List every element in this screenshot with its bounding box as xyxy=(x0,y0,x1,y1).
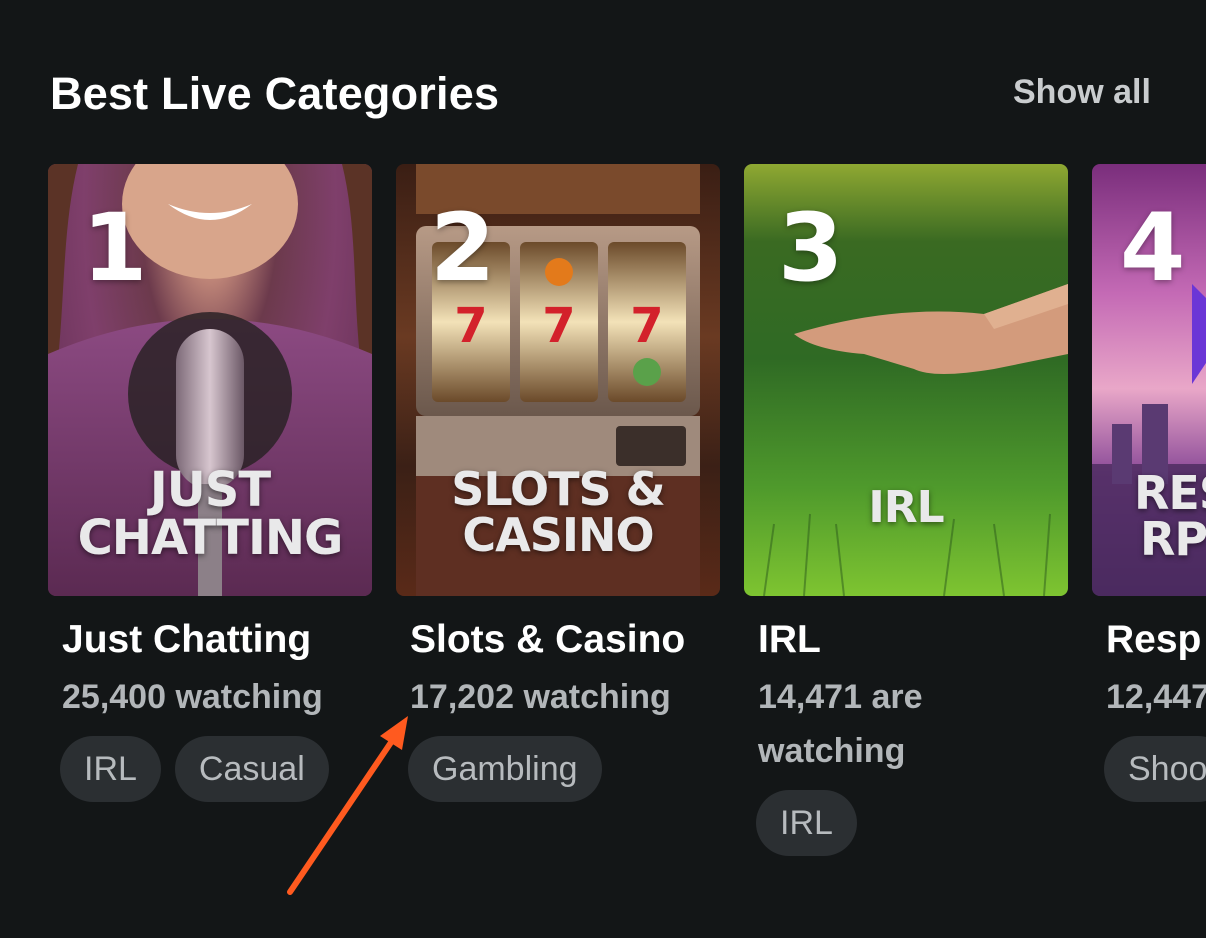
category-thumbnail[interactable]: 3 IRL xyxy=(744,164,1068,596)
rank-number: 3 xyxy=(778,194,844,303)
thumbnail-title: JUST CHATTING xyxy=(48,466,372,562)
category-card-slots-casino[interactable]: 7 7 7 2 SLOTS & CASINO Slots & Casino 17… xyxy=(396,164,720,802)
tag-chip[interactable]: Shoo xyxy=(1104,736,1206,802)
thumbnail-title-line: SLOTS & xyxy=(451,462,666,516)
svg-text:7: 7 xyxy=(630,298,663,354)
category-name[interactable]: IRL xyxy=(758,614,821,666)
thumbnail-title: IRL xyxy=(744,486,1068,530)
thumbnail-title-line: CASINO xyxy=(462,508,654,562)
svg-text:7: 7 xyxy=(454,298,487,354)
thumbnail-title-line: RES xyxy=(1134,466,1206,520)
thumbnail-title-line: IRL xyxy=(868,482,944,533)
tag-chip[interactable]: IRL xyxy=(60,736,161,802)
category-card-resp[interactable]: 4 RES RP Resp 12,447 Shoo xyxy=(1092,164,1206,802)
viewer-count: 12,447 xyxy=(1106,678,1206,716)
thumbnail-title: RES RP xyxy=(1134,470,1206,562)
tag-list: Shoo xyxy=(1104,736,1206,802)
tag-chip[interactable]: Casual xyxy=(174,736,329,802)
category-name[interactable]: Resp xyxy=(1106,614,1201,666)
rank-number: 2 xyxy=(430,194,496,303)
thumbnail-title-line: RP xyxy=(1140,512,1206,566)
category-name[interactable]: Just Chatting xyxy=(62,614,311,666)
tag-list: IRL xyxy=(756,790,857,856)
category-card-irl[interactable]: 3 IRL IRL 14,471 are watching IRL xyxy=(744,164,1068,856)
category-thumbnail[interactable]: 7 7 7 2 SLOTS & CASINO xyxy=(396,164,720,596)
category-card-just-chatting[interactable]: 1 JUST CHATTING Just Chatting 25,400 wat… xyxy=(48,164,372,802)
viewer-count: 25,400 watching xyxy=(62,678,323,716)
tag-list: Gambling xyxy=(408,736,602,802)
category-thumbnail[interactable]: 4 RES RP xyxy=(1092,164,1206,596)
tag-list: IRL Casual xyxy=(60,736,329,802)
category-page: Best Live Categories Show all 1 JUST CHA… xyxy=(0,0,1206,938)
category-name[interactable]: Slots & Casino xyxy=(410,614,685,666)
thumbnail-title-line: JUST xyxy=(149,462,271,518)
rank-number: 4 xyxy=(1120,194,1186,303)
show-all-link[interactable]: Show all xyxy=(1013,68,1151,116)
tag-chip[interactable]: IRL xyxy=(756,790,857,856)
viewer-count: 14,471 are watching xyxy=(758,678,923,770)
thumbnail-title-line: CHATTING xyxy=(77,510,344,566)
svg-text:7: 7 xyxy=(542,298,575,354)
tag-chip[interactable]: Gambling xyxy=(408,736,602,802)
section-title: Best Live Categories xyxy=(50,68,500,119)
thumbnail-title: SLOTS & CASINO xyxy=(396,466,720,558)
rank-number: 1 xyxy=(82,194,148,303)
category-thumbnail[interactable]: 1 JUST CHATTING xyxy=(48,164,372,596)
viewer-count: 17,202 watching xyxy=(410,678,671,716)
